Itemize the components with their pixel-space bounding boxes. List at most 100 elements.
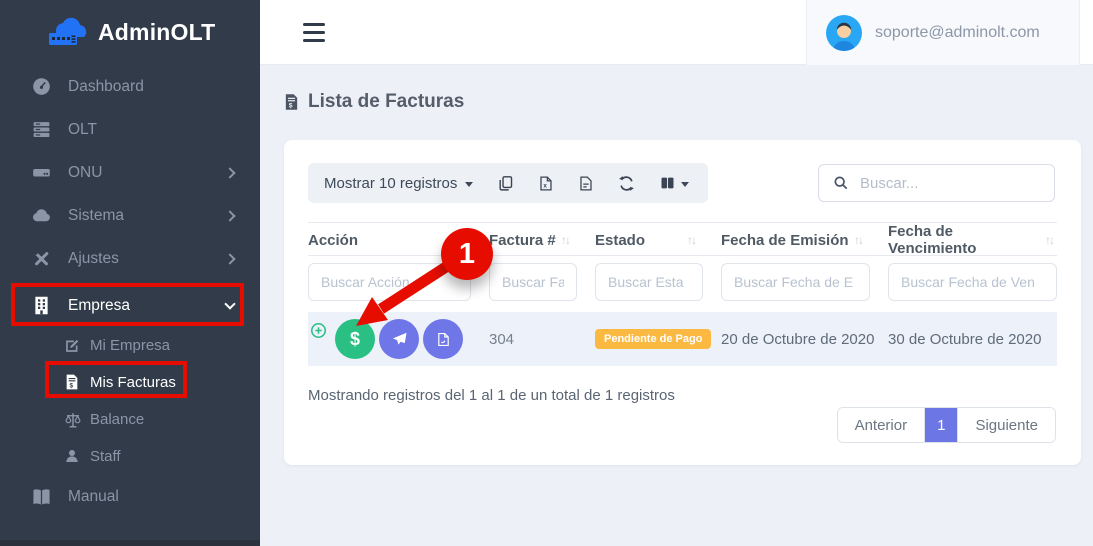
sidebar-item-label: OLT bbox=[68, 121, 97, 139]
hamburger-menu-icon[interactable] bbox=[303, 23, 325, 42]
send-invoice-button[interactable] bbox=[379, 319, 419, 359]
invoice-icon: $ bbox=[64, 374, 82, 392]
sidebar-item-label: Dashboard bbox=[68, 78, 144, 96]
sort-icon: ↑↓ bbox=[455, 233, 463, 247]
chevron-right-icon bbox=[224, 167, 235, 178]
svg-text:x: x bbox=[544, 182, 548, 189]
column-header-factura[interactable]: Factura # ↑↓ bbox=[489, 232, 595, 249]
sidebar-item-onu[interactable]: ONU bbox=[0, 151, 260, 194]
sidebar-item-dashboard[interactable]: Dashboard bbox=[0, 65, 260, 108]
datatable-toolbar: Mostrar 10 registros x bbox=[308, 163, 708, 203]
user-email: soporte@adminolt.com bbox=[875, 24, 1040, 42]
current-page-button[interactable]: 1 bbox=[924, 408, 958, 442]
cloud-icon bbox=[30, 205, 52, 227]
factura-number: 304 bbox=[489, 331, 595, 348]
adminolt-app: AdminOLT Dashboard OLT ONU bbox=[0, 0, 1093, 546]
avatar bbox=[826, 15, 862, 51]
pagination: Anterior 1 Siguiente bbox=[837, 407, 1056, 443]
copy-button[interactable] bbox=[497, 175, 514, 192]
excel-export-button[interactable]: x bbox=[538, 175, 554, 192]
table-header-row: Acción ↑↓ Factura # ↑↓ Estado ↑↓ Fecha d… bbox=[308, 222, 1057, 256]
column-header-vencimiento[interactable]: Fecha de Vencimiento ↑↓ bbox=[888, 223, 1057, 257]
brand-name: AdminOLT bbox=[98, 19, 215, 46]
scale-icon bbox=[64, 411, 82, 429]
sort-icon: ↑↓ bbox=[687, 233, 695, 247]
column-visibility-button[interactable] bbox=[659, 175, 689, 191]
sidebar-item-label: Staff bbox=[90, 448, 121, 465]
sidebar: AdminOLT Dashboard OLT ONU bbox=[0, 0, 260, 546]
column-label: Factura # bbox=[489, 232, 556, 249]
device-icon bbox=[30, 162, 52, 184]
table-info-text: Mostrando registros del 1 al 1 de un tot… bbox=[308, 387, 675, 404]
search-placeholder: Buscar... bbox=[860, 175, 918, 192]
person-icon bbox=[64, 448, 82, 466]
search-icon bbox=[833, 175, 849, 191]
action-cell: $ bbox=[308, 319, 489, 359]
user-menu[interactable]: soporte@adminolt.com bbox=[806, 0, 1080, 65]
dollar-icon: $ bbox=[350, 329, 360, 350]
column-header-emision[interactable]: Fecha de Emisión ↑↓ bbox=[721, 232, 888, 249]
column-header-accion[interactable]: Acción ↑↓ bbox=[308, 232, 489, 249]
caret-down-icon bbox=[681, 182, 689, 187]
table-row: $ 304 Pendiente de Pago 20 de bbox=[308, 312, 1057, 366]
sidebar-item-staff[interactable]: Staff bbox=[0, 438, 260, 475]
expand-row-icon[interactable] bbox=[310, 322, 327, 339]
sidebar-item-mis-facturas[interactable]: $ Mis Facturas bbox=[0, 364, 260, 401]
column-header-estado[interactable]: Estado ↑↓ bbox=[595, 232, 721, 249]
previous-page-button[interactable]: Anterior bbox=[838, 408, 925, 442]
chevron-right-icon bbox=[224, 210, 235, 221]
sidebar-item-label: Manual bbox=[68, 488, 119, 506]
table-filter-row bbox=[308, 256, 1057, 308]
sidebar-item-balance[interactable]: Balance bbox=[0, 401, 260, 438]
svg-text:$: $ bbox=[69, 382, 73, 389]
book-icon bbox=[30, 486, 52, 508]
page-title-row: $ Lista de Facturas bbox=[283, 91, 464, 113]
sidebar-item-manual[interactable]: Manual bbox=[0, 477, 260, 517]
building-icon bbox=[30, 295, 52, 317]
filter-vencimiento-input[interactable] bbox=[888, 263, 1057, 301]
sidebar-item-empresa[interactable]: Empresa bbox=[0, 284, 260, 327]
refresh-button[interactable] bbox=[618, 175, 635, 192]
fecha-emision: 20 de Octubre de 2020 bbox=[721, 331, 888, 348]
brand-logo[interactable]: AdminOLT bbox=[0, 0, 260, 65]
file-export-button[interactable] bbox=[578, 175, 594, 192]
invoice-icon: $ bbox=[283, 93, 300, 111]
pdf-file-icon bbox=[436, 331, 451, 348]
tools-icon bbox=[30, 248, 52, 270]
sidebar-item-label: ONU bbox=[68, 164, 102, 182]
download-pdf-button[interactable] bbox=[423, 319, 463, 359]
sidebar-footer bbox=[0, 540, 260, 546]
global-search[interactable]: Buscar... bbox=[818, 164, 1055, 202]
page-length-label: Mostrar 10 registros bbox=[324, 175, 457, 192]
page-title: Lista de Facturas bbox=[308, 91, 464, 113]
next-page-button[interactable]: Siguiente bbox=[958, 408, 1055, 442]
fecha-vencimiento: 30 de Octubre de 2020 bbox=[888, 331, 1057, 348]
sidebar-item-ajustes[interactable]: Ajustes bbox=[0, 237, 260, 280]
sidebar-item-label: Sistema bbox=[68, 207, 124, 225]
sidebar-item-olt[interactable]: OLT bbox=[0, 108, 260, 151]
sort-icon: ↑↓ bbox=[1045, 233, 1053, 247]
sidebar-item-mi-empresa[interactable]: Mi Empresa bbox=[0, 327, 260, 364]
status-badge: Pendiente de Pago bbox=[595, 329, 711, 349]
pay-invoice-button[interactable]: $ bbox=[335, 319, 375, 359]
facturas-card: Mostrar 10 registros x bbox=[284, 140, 1081, 465]
edit-square-icon bbox=[64, 337, 82, 355]
filter-emision-input[interactable] bbox=[721, 263, 870, 301]
page-length-dropdown[interactable]: Mostrar 10 registros bbox=[324, 175, 473, 192]
sidebar-item-sistema[interactable]: Sistema bbox=[0, 194, 260, 237]
column-label: Fecha de Emisión bbox=[721, 232, 849, 249]
column-label: Estado bbox=[595, 232, 645, 249]
filter-factura-input[interactable] bbox=[489, 263, 577, 301]
column-label: Fecha de Vencimiento bbox=[888, 223, 1045, 257]
sidebar-item-label: Mi Empresa bbox=[90, 337, 170, 354]
column-label: Acción bbox=[308, 232, 358, 249]
filter-estado-input[interactable] bbox=[595, 263, 703, 301]
export-buttons: x bbox=[497, 175, 689, 192]
filter-accion-input[interactable] bbox=[308, 263, 471, 301]
paper-plane-icon bbox=[391, 331, 408, 348]
sort-icon: ↑↓ bbox=[854, 233, 862, 247]
sort-icon: ↑↓ bbox=[561, 233, 569, 247]
main-content: $ Lista de Facturas Mostrar 10 registros… bbox=[260, 65, 1093, 546]
cloud-olt-logo-icon bbox=[44, 16, 88, 50]
chevron-down-icon bbox=[224, 298, 235, 309]
